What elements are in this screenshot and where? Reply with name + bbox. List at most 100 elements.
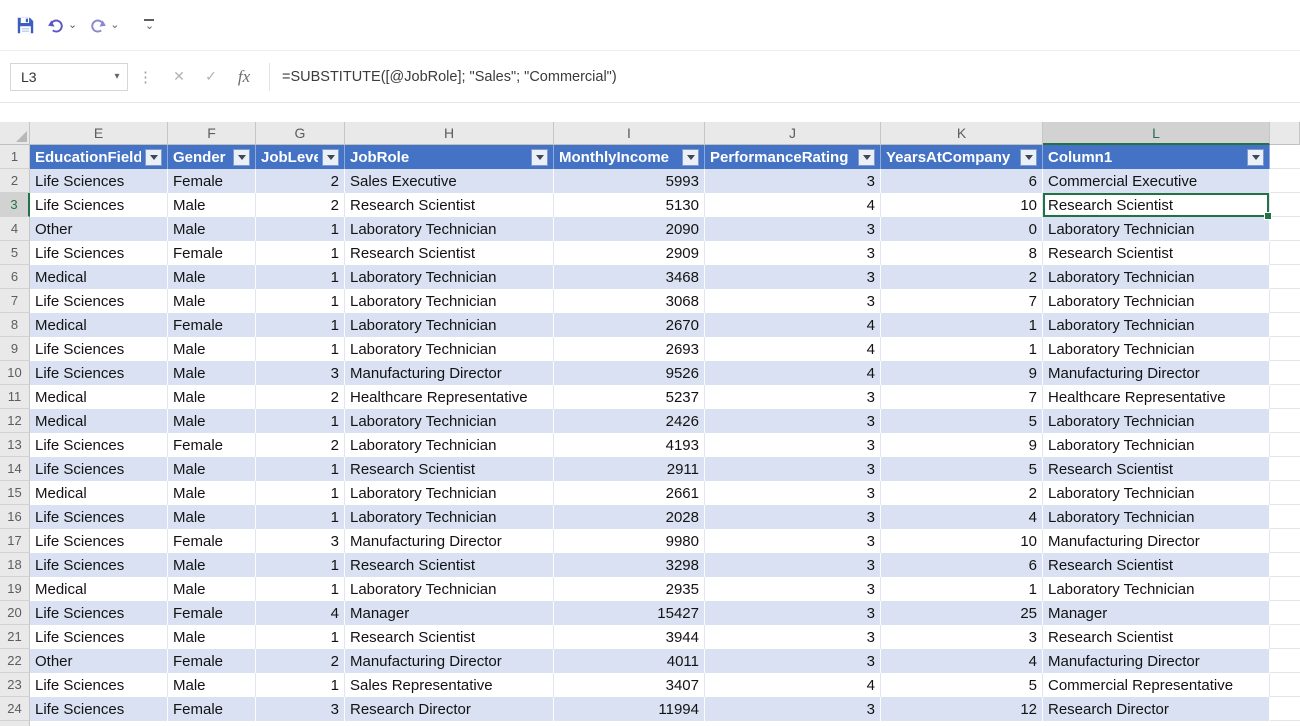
cell-J10[interactable]: 4 <box>705 361 881 385</box>
cell-L8[interactable]: Laboratory Technician <box>1043 313 1270 337</box>
cell-K24[interactable]: 12 <box>881 697 1043 721</box>
cell-M5[interactable] <box>1270 241 1300 265</box>
cell-L24[interactable]: Research Director <box>1043 697 1270 721</box>
cell-K23[interactable]: 5 <box>881 673 1043 697</box>
cell-H22[interactable]: Manufacturing Director <box>345 649 554 673</box>
cell-F6[interactable]: Male <box>168 265 256 289</box>
save-button[interactable] <box>10 12 41 39</box>
cell-J23[interactable]: 4 <box>705 673 881 697</box>
cell-G13[interactable]: 2 <box>256 433 345 457</box>
cell-E7[interactable]: Life Sciences <box>30 289 168 313</box>
cell-M15[interactable] <box>1270 481 1300 505</box>
row-header-19[interactable]: 19 <box>0 577 30 601</box>
column-header-J[interactable]: J <box>705 122 881 145</box>
cell-G3[interactable]: 2 <box>256 193 345 217</box>
cell-M6[interactable] <box>1270 265 1300 289</box>
cell-F8[interactable]: Female <box>168 313 256 337</box>
cell-M2[interactable] <box>1270 169 1300 193</box>
cell-G19[interactable]: 1 <box>256 577 345 601</box>
row-header-21[interactable]: 21 <box>0 625 30 649</box>
cell-E23[interactable]: Life Sciences <box>30 673 168 697</box>
row-header-9[interactable]: 9 <box>0 337 30 361</box>
cell-E14[interactable]: Life Sciences <box>30 457 168 481</box>
formula-bar-resize-handle[interactable]: ⋮ <box>128 68 163 86</box>
filter-button-JobLevel[interactable] <box>322 148 339 166</box>
cell-J13[interactable]: 3 <box>705 433 881 457</box>
cell-K8[interactable]: 1 <box>881 313 1043 337</box>
cell-E11[interactable]: Medical <box>30 385 168 409</box>
cell-H6[interactable]: Laboratory Technician <box>345 265 554 289</box>
cell-M1[interactable] <box>1270 145 1300 169</box>
cell-J16[interactable]: 3 <box>705 505 881 529</box>
cell-H21[interactable]: Research Scientist <box>345 625 554 649</box>
cell-J18[interactable]: 3 <box>705 553 881 577</box>
table-header-Gender[interactable]: Gender <box>168 145 256 169</box>
table-header-PerformanceRating[interactable]: PerformanceRating <box>705 145 881 169</box>
cell-H4[interactable]: Laboratory Technician <box>345 217 554 241</box>
row-header-13[interactable]: 13 <box>0 433 30 457</box>
row-header-23[interactable]: 23 <box>0 673 30 697</box>
cell-K9[interactable]: 1 <box>881 337 1043 361</box>
cell-M14[interactable] <box>1270 457 1300 481</box>
cell-H3[interactable]: Research Scientist <box>345 193 554 217</box>
cell-H13[interactable]: Laboratory Technician <box>345 433 554 457</box>
cell-E13[interactable]: Life Sciences <box>30 433 168 457</box>
cell-M13[interactable] <box>1270 433 1300 457</box>
cell-I5[interactable]: 2909 <box>554 241 705 265</box>
cell-K13[interactable]: 9 <box>881 433 1043 457</box>
cell-K14[interactable]: 5 <box>881 457 1043 481</box>
row-header-20[interactable]: 20 <box>0 601 30 625</box>
filter-button-EducationField[interactable] <box>145 148 162 166</box>
cell-M7[interactable] <box>1270 289 1300 313</box>
cell-M10[interactable] <box>1270 361 1300 385</box>
cell-J6[interactable]: 3 <box>705 265 881 289</box>
column-header-I[interactable]: I <box>554 122 705 145</box>
cell-F2[interactable]: Female <box>168 169 256 193</box>
filter-button-PerformanceRating[interactable] <box>858 148 875 166</box>
cell-H14[interactable]: Research Scientist <box>345 457 554 481</box>
column-header-G[interactable]: G <box>256 122 345 145</box>
cell-I22[interactable]: 4011 <box>554 649 705 673</box>
cell-H12[interactable]: Laboratory Technician <box>345 409 554 433</box>
cell-L12[interactable]: Laboratory Technician <box>1043 409 1270 433</box>
cell-H16[interactable]: Laboratory Technician <box>345 505 554 529</box>
cell-H19[interactable]: Laboratory Technician <box>345 577 554 601</box>
cell-L15[interactable]: Laboratory Technician <box>1043 481 1270 505</box>
cell-I15[interactable]: 2661 <box>554 481 705 505</box>
row-header-18[interactable]: 18 <box>0 553 30 577</box>
cell-F20[interactable]: Female <box>168 601 256 625</box>
cell-L5[interactable]: Research Scientist <box>1043 241 1270 265</box>
cell-E9[interactable]: Life Sciences <box>30 337 168 361</box>
cell-I23[interactable]: 3407 <box>554 673 705 697</box>
cell-L6[interactable]: Laboratory Technician <box>1043 265 1270 289</box>
cell-J21[interactable]: 3 <box>705 625 881 649</box>
cell-E18[interactable]: Life Sciences <box>30 553 168 577</box>
cell-G4[interactable]: 1 <box>256 217 345 241</box>
row-header-3[interactable]: 3 <box>0 193 30 217</box>
cell-E10[interactable]: Life Sciences <box>30 361 168 385</box>
cell-L17[interactable]: Manufacturing Director <box>1043 529 1270 553</box>
cell-L11[interactable]: Healthcare Representative <box>1043 385 1270 409</box>
row-header-22[interactable]: 22 <box>0 649 30 673</box>
row-header-5[interactable]: 5 <box>0 241 30 265</box>
cell-M22[interactable] <box>1270 649 1300 673</box>
cell-H15[interactable]: Laboratory Technician <box>345 481 554 505</box>
row-header-1[interactable]: 1 <box>0 145 30 169</box>
cell-E8[interactable]: Medical <box>30 313 168 337</box>
cell-J17[interactable]: 3 <box>705 529 881 553</box>
cell-E24[interactable]: Life Sciences <box>30 697 168 721</box>
cell-M23[interactable] <box>1270 673 1300 697</box>
cell-I3[interactable]: 5130 <box>554 193 705 217</box>
cell-H9[interactable]: Laboratory Technician <box>345 337 554 361</box>
cell-E19[interactable]: Medical <box>30 577 168 601</box>
cell-M11[interactable] <box>1270 385 1300 409</box>
row-header-11[interactable]: 11 <box>0 385 30 409</box>
customize-quick-access-toolbar-button[interactable]: ⌄ <box>137 17 161 33</box>
cell-J5[interactable]: 3 <box>705 241 881 265</box>
cell-J7[interactable]: 3 <box>705 289 881 313</box>
undo-dropdown-chevron-icon[interactable]: ⌄ <box>68 20 77 31</box>
cell-K20[interactable]: 25 <box>881 601 1043 625</box>
cell-M17[interactable] <box>1270 529 1300 553</box>
cell-K18[interactable]: 6 <box>881 553 1043 577</box>
cell-F23[interactable]: Male <box>168 673 256 697</box>
